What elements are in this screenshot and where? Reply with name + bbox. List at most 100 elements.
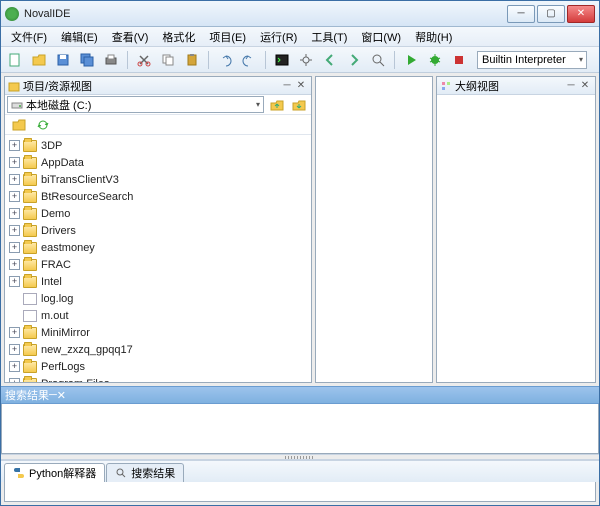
panel-close-icon[interactable]: ✕ xyxy=(57,389,66,402)
tree-item[interactable]: + Drivers xyxy=(5,222,311,239)
app-window: NovalIDE ─ ▢ ✕ 文件(F) 编辑(E) 查看(V) 格式化 项目(… xyxy=(0,0,600,506)
menu-file[interactable]: 文件(F) xyxy=(5,27,53,47)
menu-help[interactable]: 帮助(H) xyxy=(409,27,458,47)
tree-item[interactable]: +MiniMirror xyxy=(5,324,311,341)
interpreter-select[interactable]: Builtin Interpreter xyxy=(477,51,587,69)
save-all-icon[interactable] xyxy=(77,50,97,70)
tab-search-results[interactable]: 搜索结果 xyxy=(106,463,184,482)
tree-item[interactable]: m.out xyxy=(5,307,311,324)
expand-icon[interactable]: + xyxy=(9,327,20,338)
menu-tools[interactable]: 工具(T) xyxy=(305,27,353,47)
copy-icon[interactable] xyxy=(158,50,178,70)
menu-project[interactable]: 项目(E) xyxy=(203,27,252,47)
tree-item[interactable]: + AppData xyxy=(5,154,311,171)
expand-icon[interactable]: + xyxy=(9,174,20,185)
panel-minimize-icon[interactable]: ─ xyxy=(564,79,578,93)
refresh-icon[interactable] xyxy=(33,115,53,135)
close-button[interactable]: ✕ xyxy=(567,5,595,23)
console-body[interactable] xyxy=(4,482,596,502)
tree-item[interactable]: + PerfLogs xyxy=(5,358,311,375)
expand-icon[interactable]: + xyxy=(9,157,20,168)
menu-format[interactable]: 格式化 xyxy=(156,27,201,47)
tree-item[interactable]: + Intel xyxy=(5,273,311,290)
tree-item[interactable]: +Program Files xyxy=(5,375,311,382)
expand-spacer xyxy=(9,293,20,304)
redo-icon[interactable] xyxy=(239,50,259,70)
menu-run[interactable]: 运行(R) xyxy=(254,27,303,47)
cut-icon[interactable] xyxy=(134,50,154,70)
file-tree[interactable]: +3DP+AppData+biTransClientV3+BtResourceS… xyxy=(5,135,311,382)
panel-close-icon[interactable]: ✕ xyxy=(294,79,308,93)
open-folder-icon[interactable] xyxy=(9,115,29,135)
expand-icon[interactable]: + xyxy=(9,225,20,236)
tree-item-label: PerfLogs xyxy=(41,361,85,373)
maximize-button[interactable]: ▢ xyxy=(537,5,565,23)
bottom-area: 搜索结果 ─ ✕ Python解释器 搜索结果 xyxy=(1,386,599,505)
editor-panel[interactable] xyxy=(315,76,433,383)
tree-item-label: AppData xyxy=(41,157,84,169)
expand-icon[interactable]: + xyxy=(9,242,20,253)
expand-icon[interactable]: + xyxy=(9,208,20,219)
run-icon[interactable] xyxy=(401,50,421,70)
tree-item-label: Drivers xyxy=(41,225,76,237)
tree-item[interactable]: +3DP xyxy=(5,137,311,154)
bottom-tabs: Python解释器 搜索结果 xyxy=(1,460,599,482)
expand-icon[interactable]: + xyxy=(9,191,20,202)
titlebar[interactable]: NovalIDE ─ ▢ ✕ xyxy=(1,1,599,27)
save-icon[interactable] xyxy=(53,50,73,70)
terminal-icon[interactable] xyxy=(272,50,292,70)
tree-item[interactable]: + Demo xyxy=(5,205,311,222)
menu-window[interactable]: 窗口(W) xyxy=(355,27,407,47)
expand-icon[interactable]: + xyxy=(9,344,20,355)
tree-item[interactable]: +FRAC xyxy=(5,256,311,273)
print-icon[interactable] xyxy=(101,50,121,70)
panel-minimize-icon[interactable]: ─ xyxy=(49,389,57,401)
new-file-icon[interactable] xyxy=(5,50,25,70)
right-panel-header: 大纲视图 ─ ✕ xyxy=(437,77,595,95)
drive-select[interactable]: 本地磁盘 (C:) xyxy=(7,96,264,113)
app-icon xyxy=(5,7,19,21)
drive-up-icon[interactable] xyxy=(267,95,287,115)
tab-label: Python解释器 xyxy=(29,465,96,481)
debug-icon[interactable] xyxy=(425,50,445,70)
tree-item-label: Intel xyxy=(41,276,62,288)
search-icon[interactable] xyxy=(368,50,388,70)
tree-item[interactable]: +biTransClientV3 xyxy=(5,171,311,188)
search-results-icon xyxy=(115,467,127,479)
menu-view[interactable]: 查看(V) xyxy=(106,27,155,47)
menu-edit[interactable]: 编辑(E) xyxy=(55,27,104,47)
minimize-button[interactable]: ─ xyxy=(507,5,535,23)
forward-icon[interactable] xyxy=(344,50,364,70)
tree-item-label: Demo xyxy=(41,208,70,220)
tree-item[interactable]: +new_zxzq_gpqq17 xyxy=(5,341,311,358)
search-results-body[interactable] xyxy=(1,404,599,454)
tree-item-label: m.out xyxy=(41,310,69,322)
expand-icon[interactable]: + xyxy=(9,259,20,270)
stop-icon[interactable] xyxy=(449,50,469,70)
back-icon[interactable] xyxy=(320,50,340,70)
tree-item[interactable]: +eastmoney xyxy=(5,239,311,256)
panel-minimize-icon[interactable]: ─ xyxy=(280,79,294,93)
folder-icon xyxy=(23,174,37,186)
tree-item-label: 3DP xyxy=(41,140,62,152)
expand-icon[interactable]: + xyxy=(9,361,20,372)
menubar: 文件(F) 编辑(E) 查看(V) 格式化 项目(E) 运行(R) 工具(T) … xyxy=(1,27,599,47)
tree-item[interactable]: log.log xyxy=(5,290,311,307)
settings-icon[interactable] xyxy=(296,50,316,70)
folder-icon xyxy=(23,208,37,220)
expand-icon[interactable]: + xyxy=(9,378,20,382)
tree-item[interactable]: +BtResourceSearch xyxy=(5,188,311,205)
interpreter-label: Builtin Interpreter xyxy=(482,54,566,66)
paste-icon[interactable] xyxy=(182,50,202,70)
expand-icon[interactable]: + xyxy=(9,276,20,287)
folder-icon xyxy=(23,276,37,288)
search-results-header: 搜索结果 ─ ✕ xyxy=(1,386,599,404)
right-panel-title: 大纲视图 xyxy=(455,78,499,94)
undo-icon[interactable] xyxy=(215,50,235,70)
tab-python-interpreter[interactable]: Python解释器 xyxy=(4,463,105,482)
drive-down-icon[interactable] xyxy=(289,95,309,115)
expand-icon[interactable]: + xyxy=(9,140,20,151)
panel-close-icon[interactable]: ✕ xyxy=(578,79,592,93)
open-icon[interactable] xyxy=(29,50,49,70)
left-panel-title: 项目/资源视图 xyxy=(23,78,92,94)
